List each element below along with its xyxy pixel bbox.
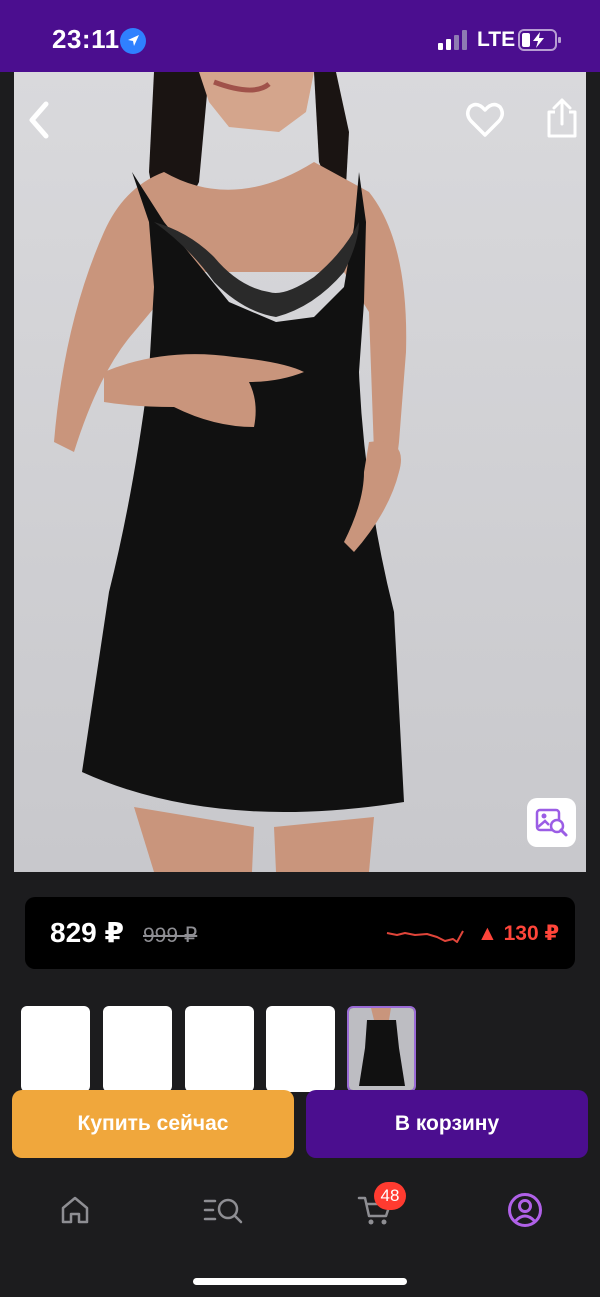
cart-count-badge: 48 <box>374 1182 406 1210</box>
image-search-icon <box>535 808 567 836</box>
tab-profile[interactable] <box>503 1188 547 1232</box>
home-indicator <box>193 1278 407 1285</box>
thumbnail-strip <box>21 1006 421 1092</box>
thumbnail[interactable] <box>21 1006 90 1092</box>
product-photo <box>14 72 586 872</box>
home-icon <box>61 1196 89 1224</box>
location-arrow-icon <box>120 28 146 54</box>
price-change: ▲ 130 ₽ <box>477 922 560 945</box>
thumbnail[interactable] <box>185 1006 254 1092</box>
thumbnail-photo <box>349 1008 414 1090</box>
thumbnail-selected[interactable] <box>347 1006 416 1092</box>
status-bar: 23:11 LTE <box>0 0 600 72</box>
status-time: 23:11 <box>52 24 120 54</box>
old-price: 999 ₽ <box>143 924 198 947</box>
add-to-cart-button[interactable]: В корзину <box>306 1090 588 1158</box>
signal-icon <box>438 30 467 50</box>
price-card[interactable]: 829 ₽ 999 ₽ ▲ 130 ₽ <box>25 897 575 969</box>
thumbnail[interactable] <box>266 1006 335 1092</box>
product-image[interactable] <box>14 72 586 872</box>
network-label: LTE <box>477 28 516 51</box>
buy-now-button[interactable]: Купить сейчас <box>12 1090 294 1158</box>
image-search-button[interactable] <box>527 798 576 847</box>
heart-icon[interactable] <box>463 98 507 142</box>
back-icon[interactable] <box>22 98 58 142</box>
tab-home[interactable] <box>53 1188 97 1232</box>
tab-catalog[interactable] <box>202 1188 246 1232</box>
current-price: 829 ₽ <box>50 917 124 948</box>
catalog-search-icon <box>203 1198 243 1224</box>
share-icon[interactable] <box>542 96 582 140</box>
price-history-sparkline <box>386 930 464 943</box>
battery-charging-icon <box>518 29 561 51</box>
profile-icon <box>508 1193 542 1227</box>
thumbnail[interactable] <box>103 1006 172 1092</box>
